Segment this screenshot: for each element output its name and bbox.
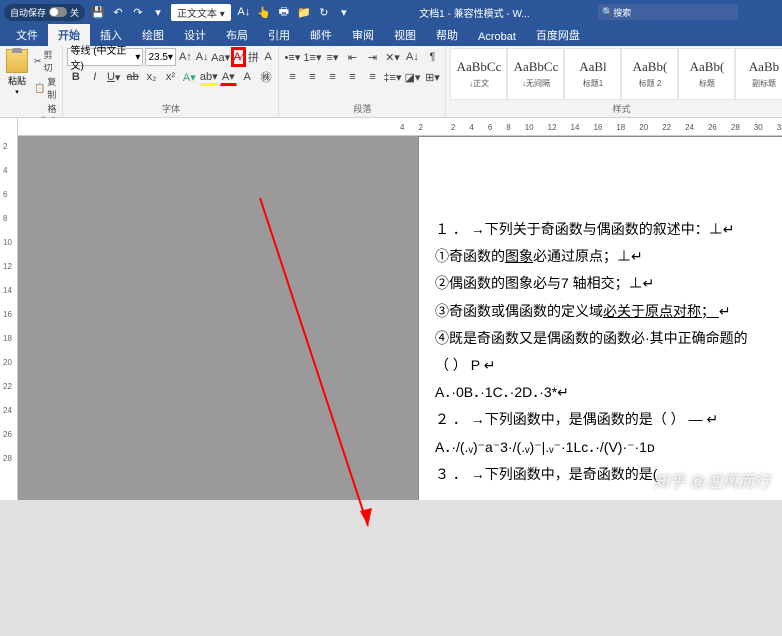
bold-button[interactable]: B	[67, 68, 84, 86]
enclose-char-button[interactable]: ㊑	[258, 68, 275, 86]
clear-formatting-button[interactable]: A⁄	[232, 48, 245, 66]
tab-Acrobat[interactable]: Acrobat	[468, 28, 526, 46]
doc-line[interactable]: ①奇函数的图象必通过原点；⊥↵	[435, 244, 782, 269]
sort-button[interactable]: A↓	[403, 48, 421, 66]
multilevel-button[interactable]: ≡▾	[323, 48, 341, 66]
style-item[interactable]: AaBb(标题	[678, 48, 735, 100]
autosave-toggle[interactable]: 自动保存 关	[4, 4, 85, 21]
font-name-select[interactable]: 等线 (中文正文)▾	[67, 48, 143, 66]
paste-button[interactable]: 粘贴▾	[4, 48, 30, 97]
style-item[interactable]: AaBl标题1	[564, 48, 621, 100]
document-title: 文档1 - 兼容性模式 - W...	[351, 5, 598, 20]
numbering-button[interactable]: 1≡▾	[303, 48, 321, 66]
qat-more-icon[interactable]: ▾	[151, 5, 165, 19]
doc-line[interactable]: ２ ． →下列函数中，是偶函数的是（ ） — ↵	[435, 407, 782, 432]
doc-line[interactable]: １ ． →下列关于奇函数与偶函数的叙述中：⊥↵	[435, 217, 782, 242]
decrease-indent-button[interactable]: ⇤	[343, 48, 361, 66]
style-item[interactable]: AaBb副标题	[735, 48, 782, 100]
copy-icon: 📋	[34, 83, 45, 94]
show-marks-button[interactable]: ¶	[423, 48, 441, 66]
ruler-vertical[interactable]: 246810121416182022242628	[0, 118, 18, 500]
watermark: 知乎 @逆风而行	[653, 468, 770, 492]
tab-帮助[interactable]: 帮助	[426, 24, 468, 46]
doc-line[interactable]: A．·/(.ᵥ)⁻a⁻3·/(.ᵥ)⁻|.ᵥ⁻·1Lc．·/(V)·⁻·1ᴅ	[435, 435, 782, 460]
align-center-button[interactable]: ≡	[303, 68, 321, 86]
print-icon[interactable]: 🖶	[277, 5, 291, 19]
tab-邮件[interactable]: 邮件	[300, 24, 342, 46]
doc-line[interactable]: A．·0B．·1C．·2D．·3*↵	[435, 380, 782, 405]
tab-百度网盘[interactable]: 百度网盘	[526, 24, 590, 46]
distribute-button[interactable]: ≡	[363, 68, 381, 86]
refresh-icon[interactable]: ↻	[317, 5, 331, 19]
accessibility-icon[interactable]: A↓	[237, 5, 251, 19]
line-spacing-button[interactable]: ‡≡▾	[383, 68, 401, 86]
change-case-button[interactable]: Aa▾	[212, 48, 230, 66]
styles-gallery[interactable]: AaBbCc↓正文AaBbCc↓无间隔AaBl标题1AaBb(标题 2AaBb(…	[450, 48, 782, 102]
subscript-button[interactable]: x₂	[143, 68, 160, 86]
tab-绘图[interactable]: 绘图	[132, 24, 174, 46]
search-input[interactable]: 🔍 搜索	[598, 4, 738, 20]
text-effects-button[interactable]: A▾	[181, 68, 198, 86]
char-shading-button[interactable]: A	[239, 68, 256, 86]
tab-审阅[interactable]: 审阅	[342, 24, 384, 46]
superscript-button[interactable]: x²	[162, 68, 179, 86]
tab-布局[interactable]: 布局	[216, 24, 258, 46]
tab-文件[interactable]: 文件	[6, 24, 48, 46]
bullets-button[interactable]: •≡▾	[283, 48, 301, 66]
ruler-horizontal[interactable]: 4224681012141618202224262830323436384042…	[0, 118, 782, 136]
document-area[interactable]: １ ． →下列关于奇函数与偶函数的叙述中：⊥↵①奇函数的图象必通过原点；⊥↵②偶…	[18, 136, 782, 500]
redo-icon[interactable]: ↷	[131, 5, 145, 19]
tab-引用[interactable]: 引用	[258, 24, 300, 46]
save-icon[interactable]: 💾	[91, 5, 105, 19]
style-item[interactable]: AaBb(标题 2	[621, 48, 678, 100]
tab-设计[interactable]: 设计	[174, 24, 216, 46]
copy-button[interactable]: 📋复制	[32, 75, 58, 101]
doc-line[interactable]: （ ） P ↵	[435, 353, 782, 378]
folder-icon[interactable]: 📁	[297, 5, 311, 19]
shrink-font-button[interactable]: A↓	[195, 48, 210, 66]
page[interactable]: １ ． →下列关于奇函数与偶函数的叙述中：⊥↵①奇函数的图象必通过原点；⊥↵②偶…	[418, 136, 782, 500]
phonetic-guide-button[interactable]: 拼	[247, 48, 260, 66]
font-color-button[interactable]: A▾	[220, 68, 237, 86]
increase-indent-button[interactable]: ⇥	[363, 48, 381, 66]
align-left-button[interactable]: ≡	[283, 68, 301, 86]
align-right-button[interactable]: ≡	[323, 68, 341, 86]
doc-line[interactable]: ④既是奇函数又是偶函数的函数必·其中正确命题的	[435, 326, 782, 351]
style-item[interactable]: AaBbCc↓正文	[450, 48, 507, 100]
doctype-selector[interactable]: 正文文本 ▾	[171, 4, 231, 21]
shading-button[interactable]: ◪▾	[403, 68, 421, 86]
strike-button[interactable]: ab	[124, 68, 141, 86]
font-size-select[interactable]: 23.5▾	[145, 48, 176, 66]
underline-button[interactable]: U▾	[105, 68, 122, 86]
cut-button[interactable]: ✂剪切	[32, 48, 58, 74]
justify-button[interactable]: ≡	[343, 68, 361, 86]
italic-button[interactable]: I	[86, 68, 103, 86]
highlight-button[interactable]: ab▾	[200, 68, 218, 86]
doc-line[interactable]: ②偶函数的图象必与7 轴相交；⊥↵	[435, 271, 782, 296]
style-item[interactable]: AaBbCc↓无间隔	[507, 48, 564, 100]
tab-视图[interactable]: 视图	[384, 24, 426, 46]
paste-icon	[6, 49, 28, 73]
char-border-button[interactable]: A	[262, 48, 275, 66]
touch-icon[interactable]: 👆	[257, 5, 271, 19]
doc-line[interactable]: ③奇函数或偶函数的定义域必关于原点对称； ↵	[435, 299, 782, 324]
scissors-icon: ✂	[34, 56, 42, 67]
undo-icon[interactable]: ↶	[111, 5, 125, 19]
borders-button[interactable]: ⊞▾	[423, 68, 441, 86]
grow-font-button[interactable]: A↑	[178, 48, 193, 66]
asian-layout-button[interactable]: ✕▾	[383, 48, 401, 66]
qat-overflow-icon[interactable]: ▾	[337, 5, 351, 19]
